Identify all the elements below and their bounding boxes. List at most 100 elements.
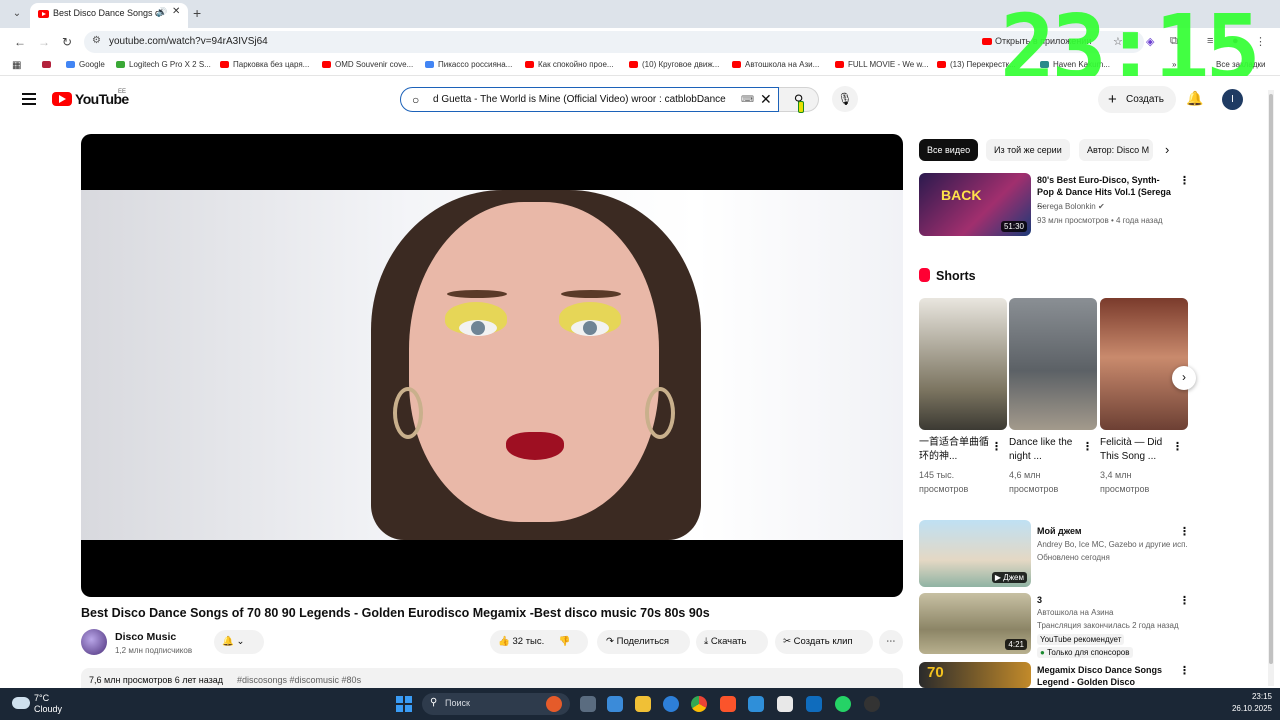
search-query[interactable]: d Guetta - The World is Mine (Official V… [433,94,743,105]
new-tab-button[interactable]: + [193,5,201,21]
short-more-icon[interactable]: ⋮ [991,440,1002,453]
clip-button[interactable]: ✂ Создать клип [775,630,873,654]
mail-icon[interactable] [748,696,764,712]
related-more-icon[interactable]: ⋮ [1179,664,1190,677]
task-view-icon[interactable] [580,696,596,712]
short-title[interactable]: 一首适合单曲循环的神... [919,436,993,464]
short-views: 4,6 млн просмотров [1009,470,1059,494]
short-title[interactable]: Felicità — Did This Song ... [1100,436,1174,464]
short-more-icon[interactable]: ⋮ [1172,440,1183,453]
reload-icon[interactable]: ↻ [62,34,72,50]
file-explorer-icon[interactable] [635,696,651,712]
channel-avatar[interactable] [81,629,107,655]
clear-search-icon[interactable]: ✕ [760,91,772,108]
chrome-icon[interactable] [691,696,707,712]
tray-time[interactable]: 23:15 [1236,692,1272,701]
search-input[interactable]: ○ d Guetta - The World is Mine (Official… [400,87,779,112]
bookmark-item[interactable]: Парковка без царя... [220,60,309,69]
short-thumbnail[interactable] [1100,298,1188,430]
edge-icon[interactable] [663,696,679,712]
related-video-title[interactable]: 3 [1037,594,1173,606]
weather-desc[interactable]: Cloudy [34,704,62,714]
video-player[interactable] [81,134,903,597]
forward-arrow-icon[interactable]: → [38,34,50,50]
app-icon[interactable] [864,696,880,712]
site-settings-icon[interactable]: ⚙ [92,35,101,46]
short-thumbnail[interactable] [919,298,1007,430]
related-video-title[interactable]: Мой джем [1037,525,1173,537]
weather-temp[interactable]: 7°C [34,693,49,703]
related-channel[interactable]: Serega Bolonkin ✔ [1037,202,1105,211]
video-duration: 4:21 [1005,639,1027,650]
video-frame [81,190,903,540]
related-thumbnail[interactable]: BACK 51:30 [919,173,1031,236]
chip-all-videos[interactable]: Все видео [919,139,979,161]
related-more-icon[interactable]: ⋮ [1179,174,1190,187]
shorts-logo-icon [919,268,930,282]
screen: { "browser": { "tab_title": "Best Disco … [0,0,1280,720]
tab-audio-icon[interactable]: 🔊 [156,7,167,18]
cloud-icon[interactable] [12,697,30,709]
scissors-icon: ✂ [783,636,791,647]
channel-name[interactable]: Disco Music [115,631,176,643]
thumbs-up-icon[interactable]: 👍 [498,636,510,647]
more-actions-icon[interactable]: ⋯ [879,630,903,654]
tab-close-icon[interactable]: ✕ [172,6,180,17]
search-icon: ○ [412,93,420,107]
short-more-icon[interactable]: ⋮ [1082,440,1093,453]
short-title[interactable]: Dance like the night ... [1009,436,1083,464]
bookmark-item[interactable]: Logitech G Pro X 2 S... [116,60,211,69]
bookmark-item[interactable]: Google [66,60,105,69]
notifications-bell-icon[interactable]: 🔔 [1186,90,1203,107]
account-avatar[interactable]: I [1222,89,1243,110]
mix-thumbnail[interactable]: ▶ Джем [919,520,1031,587]
chip-same-series[interactable]: Из той же серии [986,139,1070,161]
share-button[interactable]: ↷ Поделиться [597,630,690,654]
whatsapp-icon[interactable] [835,696,851,712]
youtube-logo-icon[interactable] [52,92,72,106]
related-channel[interactable]: Автошкола на Азина [1037,608,1113,617]
related-thumbnail[interactable]: 4:21 [919,593,1031,654]
store-icon[interactable] [806,696,822,712]
page-scrollbar[interactable] [1268,90,1274,686]
related-video-title[interactable]: Megamix Disco Dance Songs Legend - Golde… [1037,664,1173,688]
shorts-heading: Shorts [919,268,976,283]
related-more-icon[interactable]: ⋮ [1179,594,1190,607]
tab-list-chevron-icon[interactable]: ⌄ [8,5,26,23]
related-thumbnail[interactable]: 70 [919,662,1031,688]
notepad-icon[interactable] [777,696,793,712]
subscription-bell-button[interactable]: 🔔 ⌄ [214,630,264,654]
bookmark-item[interactable]: FULL MOVIE - We w... [835,60,928,69]
brave-icon[interactable] [720,696,736,712]
tray-date[interactable]: 26.10.2025 [1226,704,1272,713]
bookmark-icon-only[interactable] [42,60,55,69]
start-windows-icon[interactable] [396,696,412,712]
thumbs-down-icon[interactable]: 👎 [559,636,571,647]
apps-grid-icon[interactable]: ▦ [12,60,21,71]
menu-hamburger-icon[interactable] [22,93,36,105]
back-arrow-icon[interactable]: ← [14,34,26,50]
bookmark-item[interactable]: (10) Круговое движ... [629,60,719,69]
share-icon: ↷ [606,636,614,647]
taskbar-app-icon[interactable] [546,696,562,712]
bookmark-item[interactable]: Пикассо россиянa... [425,60,512,69]
like-dislike-button[interactable]: 👍 32 тыс. 👎 [490,630,588,654]
bookmark-item[interactable]: Автошкола на Ази... [732,60,819,69]
bookmark-item[interactable]: OMD Souvenir cove... [322,60,413,69]
plus-icon: + [1108,91,1117,108]
shorts-next-chevron-icon[interactable]: › [1172,366,1196,390]
voice-search-mic-icon[interactable]: 🎙 [832,86,858,112]
related-more-icon[interactable]: ⋮ [1179,525,1190,538]
short-thumbnail[interactable] [1009,298,1097,430]
related-channel[interactable]: Andrey Bo, Ice MC, Gazebo и другие исп..… [1037,540,1187,549]
chip-author[interactable]: Автор: Disco M [1079,139,1153,161]
browser-tab-active[interactable]: Best Disco Dance Songs of 🔊 ✕ [30,3,188,28]
create-button[interactable]: + Создать [1098,86,1176,113]
url-text: youtube.com/watch?v=94rA3IVSj64 [109,36,268,47]
bookmark-item[interactable]: Как спокойно прое... [525,60,614,69]
download-button[interactable]: ⤓ Скачать [696,630,768,654]
chips-next-chevron-icon[interactable]: › [1165,142,1169,157]
keyboard-icon[interactable]: ⌨ [741,94,754,105]
hashtags[interactable]: #discosongs #discomusic #80s [237,675,361,685]
settings-icon[interactable] [607,696,623,712]
